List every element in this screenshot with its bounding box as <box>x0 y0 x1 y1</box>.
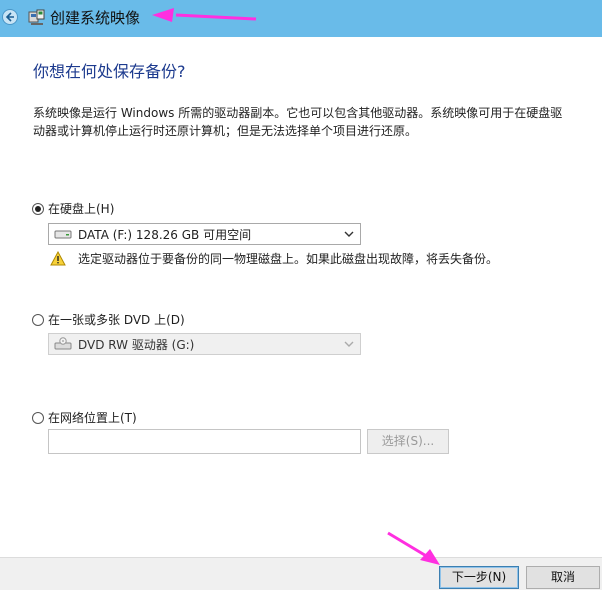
radio-network-indicator[interactable] <box>32 411 44 424</box>
radio-dvd-indicator[interactable] <box>32 313 44 326</box>
radio-dvd-label: 在一张或多张 DVD 上(D) <box>48 313 185 327</box>
radio-hard-disk-label: 在硬盘上(H) <box>48 202 115 216</box>
chevron-down-icon <box>344 231 354 237</box>
radio-hard-disk-indicator[interactable] <box>32 202 44 215</box>
chevron-down-icon <box>344 341 354 347</box>
back-arrow-icon <box>5 12 14 22</box>
next-button[interactable]: 下一步(N) <box>439 566 519 589</box>
radio-network-label: 在网络位置上(T) <box>48 411 137 425</box>
dvd-drive-select[interactable]: DVD RW 驱动器 (G:) <box>48 333 361 355</box>
network-path-input[interactable] <box>48 429 361 454</box>
browse-button[interactable]: 选择(S)... <box>367 429 449 454</box>
dvd-drive-icon <box>54 337 72 350</box>
title-bar: 创建系统映像 <box>0 0 602 37</box>
back-button[interactable] <box>2 9 18 25</box>
window-title: 创建系统映像 <box>50 9 141 27</box>
radio-network[interactable]: 在网络位置上(T) <box>32 409 137 426</box>
description-text: 系统映像是运行 Windows 所需的驱动器副本。它也可以包含其他驱动器。系统映… <box>33 106 563 138</box>
warning-text: 选定驱动器位于要备份的同一物理磁盘上。如果此磁盘出现故障，将丢失备份。 <box>78 252 499 266</box>
hard-drive-icon <box>54 230 72 239</box>
radio-hard-disk[interactable]: 在硬盘上(H) <box>32 200 114 217</box>
radio-dvd[interactable]: 在一张或多张 DVD 上(D) <box>32 311 185 328</box>
warning-icon <box>50 251 66 266</box>
dvd-drive-value: DVD RW 驱动器 (G:) <box>78 337 195 352</box>
same-disk-warning: 选定驱动器位于要备份的同一物理磁盘上。如果此磁盘出现故障，将丢失备份。 <box>50 250 498 267</box>
hard-disk-drive-value: DATA (F:) 128.26 GB 可用空间 <box>78 227 252 242</box>
cancel-button[interactable]: 取消 <box>526 566 600 589</box>
page-heading: 你想在何处保存备份? <box>33 62 186 81</box>
system-image-icon <box>28 9 45 25</box>
hard-disk-drive-select[interactable]: DATA (F:) 128.26 GB 可用空间 <box>48 223 361 245</box>
